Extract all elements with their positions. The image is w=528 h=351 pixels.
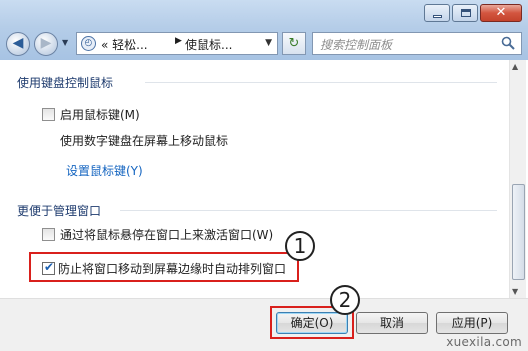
minimize-icon	[433, 15, 442, 18]
callout-number-2: 2	[330, 285, 360, 315]
setup-mouse-keys-link[interactable]: 设置鼠标键(Y)	[66, 162, 143, 179]
scrollbar-thumb[interactable]	[512, 184, 525, 280]
hover-activate-checkbox[interactable]	[42, 228, 55, 241]
vertical-scrollbar[interactable]: ▲ ▼	[509, 60, 526, 298]
mouse-keys-label[interactable]: 启用鼠标键(M)	[60, 106, 140, 123]
mouse-keys-checkbox[interactable]	[42, 108, 55, 121]
refresh-button[interactable]: ↻	[282, 32, 306, 55]
maximize-icon	[461, 9, 471, 17]
breadcrumb-mouse[interactable]: 使鼠标...	[185, 36, 232, 53]
forward-button[interactable]: ▶	[34, 32, 58, 56]
scroll-down-icon[interactable]: ▼	[512, 287, 518, 296]
hover-activate-label[interactable]: 通过将鼠标悬停在窗口上来激活窗口(W)	[60, 226, 273, 243]
section-divider	[145, 82, 497, 83]
control-panel-icon: ◴	[81, 36, 96, 51]
mouse-keys-description: 使用数字键盘在屏幕上移动鼠标	[60, 134, 229, 148]
cancel-button[interactable]: 取消	[356, 312, 428, 334]
section-title-keyboard: 使用键盘控制鼠标	[17, 76, 114, 90]
watermark: xuexila.com	[446, 335, 522, 349]
window-chrome: ✕ ◀ ▶ ▼ ◴ « 轻松... ▶ 使鼠标... ▼ ↻ 搜索控制面板	[0, 0, 528, 60]
address-dropdown-icon[interactable]: ▼	[265, 38, 272, 48]
address-bar[interactable]: ◴ « 轻松... ▶ 使鼠标... ▼	[76, 32, 278, 55]
search-icon[interactable]	[501, 36, 515, 50]
callout-number-1: 1	[285, 231, 315, 261]
dialog-button-bar: 确定(O) 取消 应用(P) xuexila.com	[0, 298, 528, 351]
scroll-up-icon[interactable]: ▲	[512, 62, 518, 71]
maximize-button[interactable]	[452, 4, 478, 22]
close-icon: ✕	[495, 5, 507, 20]
close-button[interactable]: ✕	[480, 4, 522, 22]
recent-pages-dropdown-icon[interactable]: ▼	[62, 38, 68, 47]
section-title-windows: 更便于管理窗口	[17, 204, 102, 218]
search-input[interactable]: 搜索控制面板	[312, 32, 522, 55]
breadcrumb-separator-icon[interactable]: ▶	[175, 36, 182, 46]
back-button[interactable]: ◀	[6, 32, 30, 56]
settings-content: 使用键盘控制鼠标 启用鼠标键(M) 使用数字键盘在屏幕上移动鼠标 设置鼠标键(Y…	[0, 60, 509, 298]
section-divider	[120, 210, 497, 211]
highlight-box-1	[29, 252, 299, 282]
search-placeholder: 搜索控制面板	[320, 38, 393, 52]
minimize-button[interactable]	[424, 4, 450, 22]
breadcrumb-ease-of-access[interactable]: « 轻松...	[101, 36, 148, 53]
apply-button[interactable]: 应用(P)	[436, 312, 508, 334]
